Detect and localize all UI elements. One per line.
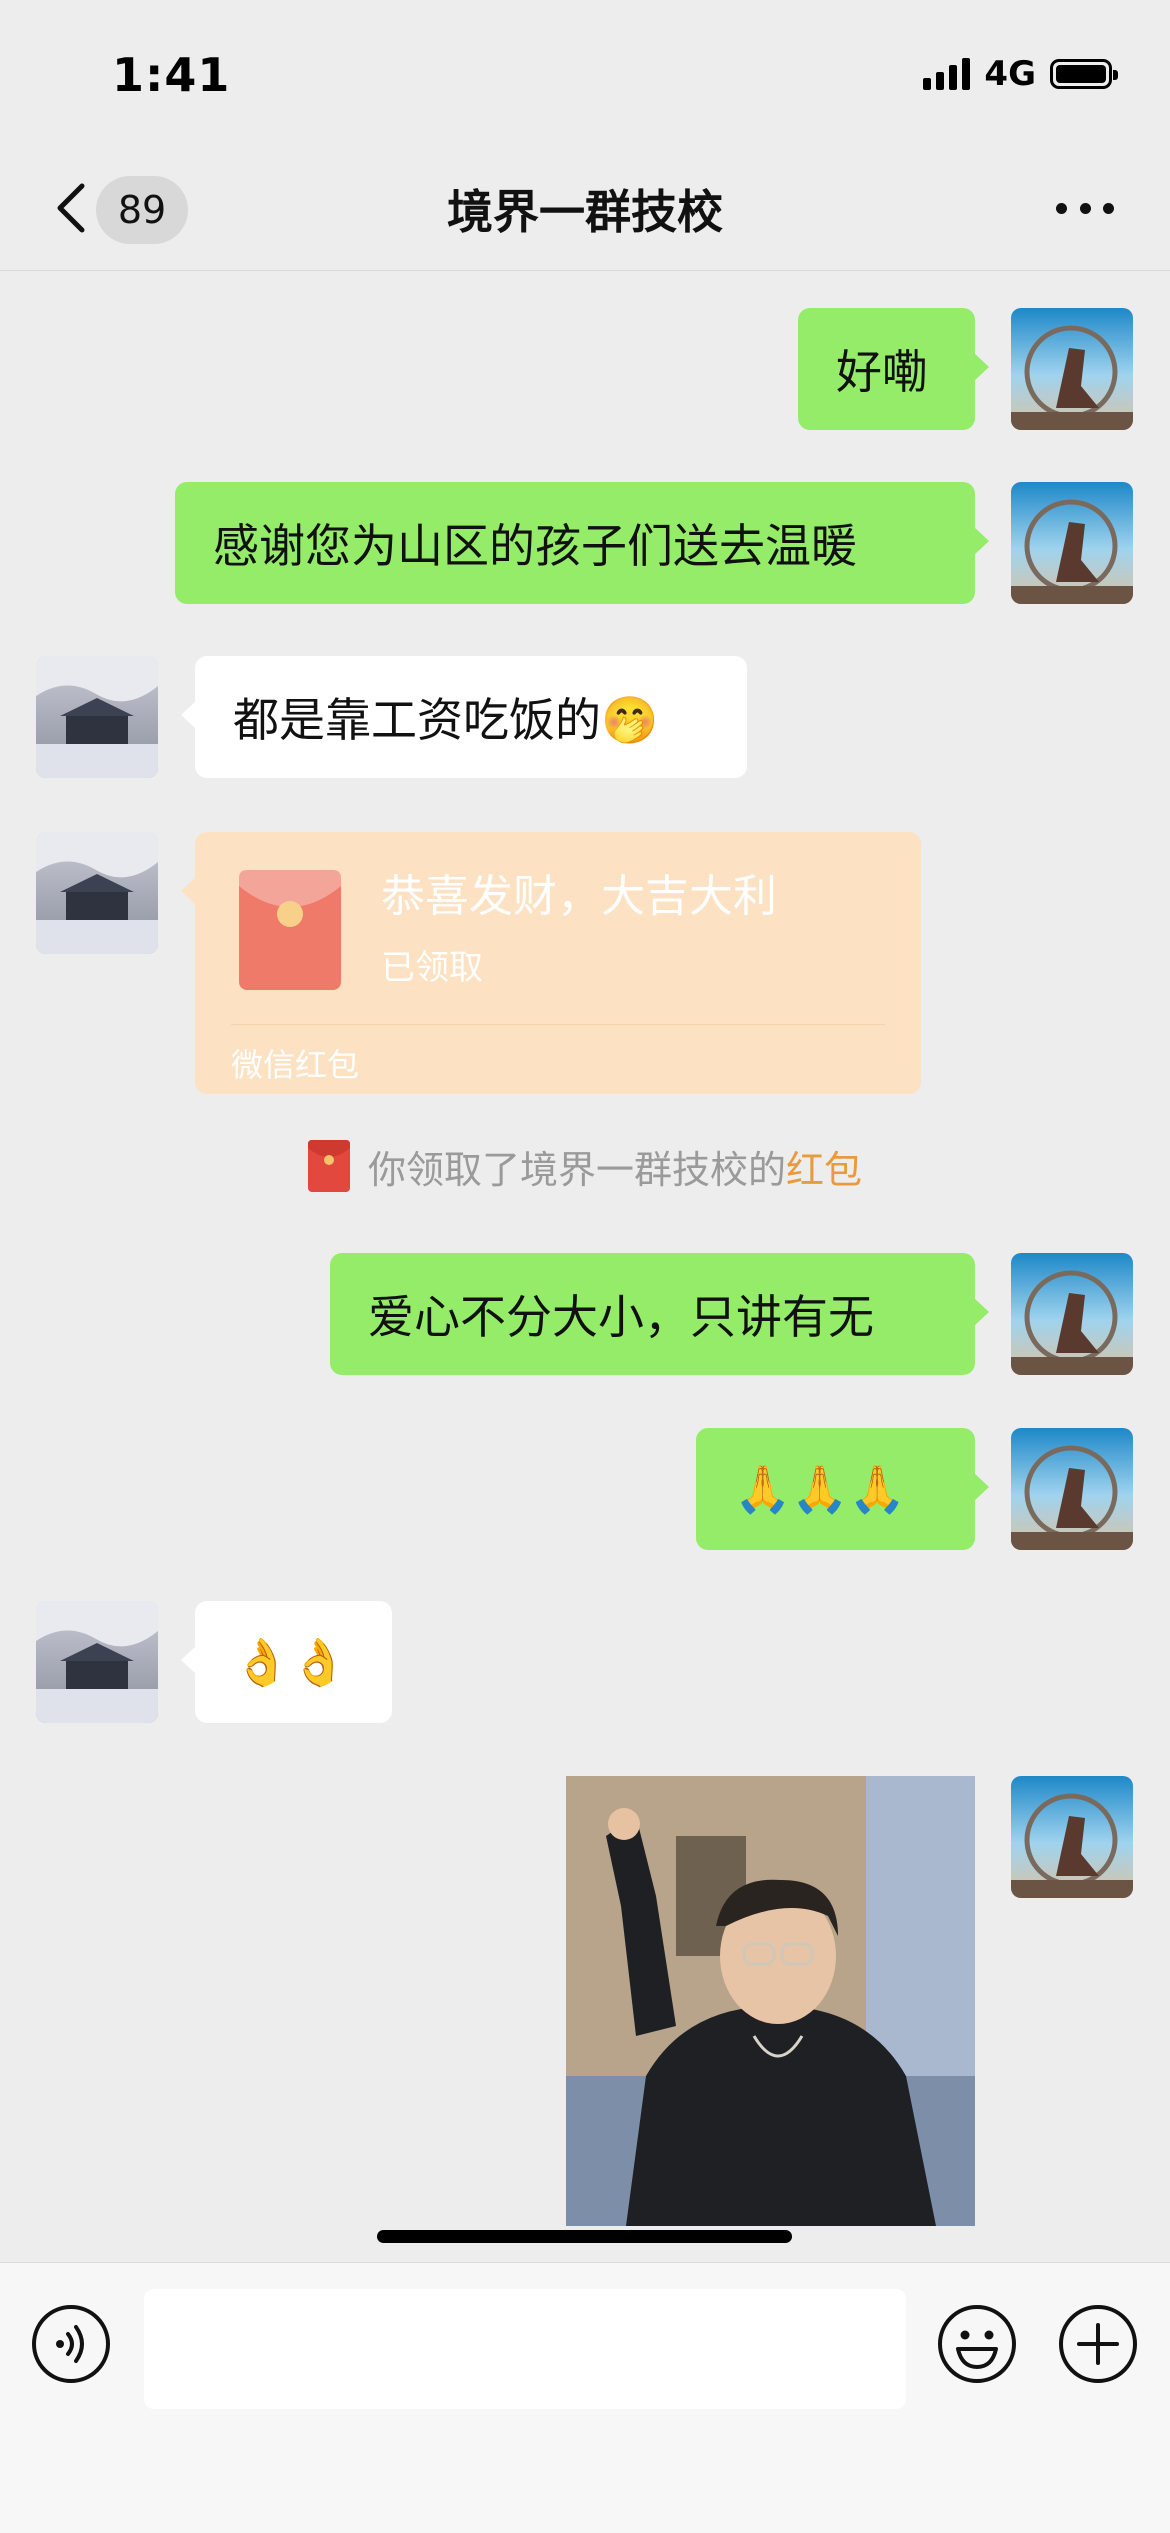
contact-avatar[interactable] xyxy=(36,656,158,778)
home-indicator xyxy=(377,2230,792,2243)
input-bar xyxy=(0,2262,1170,2533)
system-message: 你领取了境界一群技校的红包 xyxy=(0,1134,1170,1198)
self-avatar[interactable] xyxy=(1011,308,1133,430)
red-packet-title: 恭喜发财，大吉大利 xyxy=(381,871,777,922)
message-bubble[interactable]: 🙏🙏🙏 xyxy=(696,1428,989,1550)
emoji-icon[interactable] xyxy=(936,2303,1018,2385)
chat-header: 89 境界一群技校 xyxy=(0,150,1170,271)
voice-icon[interactable] xyxy=(30,2303,112,2385)
status-bar: 1:41 4G xyxy=(0,0,1170,150)
more-dots-icon[interactable] xyxy=(1056,198,1114,218)
self-avatar[interactable] xyxy=(1011,1428,1133,1550)
system-text: 你领取了境界一群技校的 xyxy=(367,1147,786,1192)
status-indicators: 4G xyxy=(923,54,1118,94)
message-bubble[interactable]: 爱心不分大小，只讲有无 xyxy=(330,1253,989,1375)
signal-icon xyxy=(923,58,971,90)
red-packet-message[interactable]: 恭喜发财，大吉大利 已领取 微信红包 xyxy=(181,832,921,1094)
red-packet-brand: 微信红包 xyxy=(231,1046,360,1084)
contact-avatar[interactable] xyxy=(36,1601,158,1723)
self-avatar[interactable] xyxy=(1011,1776,1133,1898)
red-packet-status: 已领取 xyxy=(381,948,483,988)
self-avatar[interactable] xyxy=(1011,482,1133,604)
red-packet-icon xyxy=(239,870,341,990)
divider xyxy=(231,1024,885,1025)
message-bubble[interactable]: 感谢您为山区的孩子们送去温暖 xyxy=(175,482,989,604)
message-bubble[interactable]: 👌👌 xyxy=(181,1601,392,1723)
status-time: 1:41 xyxy=(112,48,231,102)
red-packet-icon xyxy=(307,1140,350,1192)
image-message[interactable] xyxy=(566,1776,975,2226)
network-type: 4G xyxy=(984,54,1036,94)
self-avatar[interactable] xyxy=(1011,1253,1133,1375)
message-bubble[interactable]: 好嘞 xyxy=(798,308,989,430)
red-packet-link[interactable]: 红包 xyxy=(786,1148,862,1192)
message-input[interactable] xyxy=(144,2289,906,2409)
plus-icon[interactable] xyxy=(1057,2303,1139,2385)
battery-icon xyxy=(1050,59,1118,89)
chat-title: 境界一群技校 xyxy=(447,185,723,239)
message-bubble[interactable]: 都是靠工资吃饭的🤭 xyxy=(181,656,747,778)
contact-avatar[interactable] xyxy=(36,832,158,954)
